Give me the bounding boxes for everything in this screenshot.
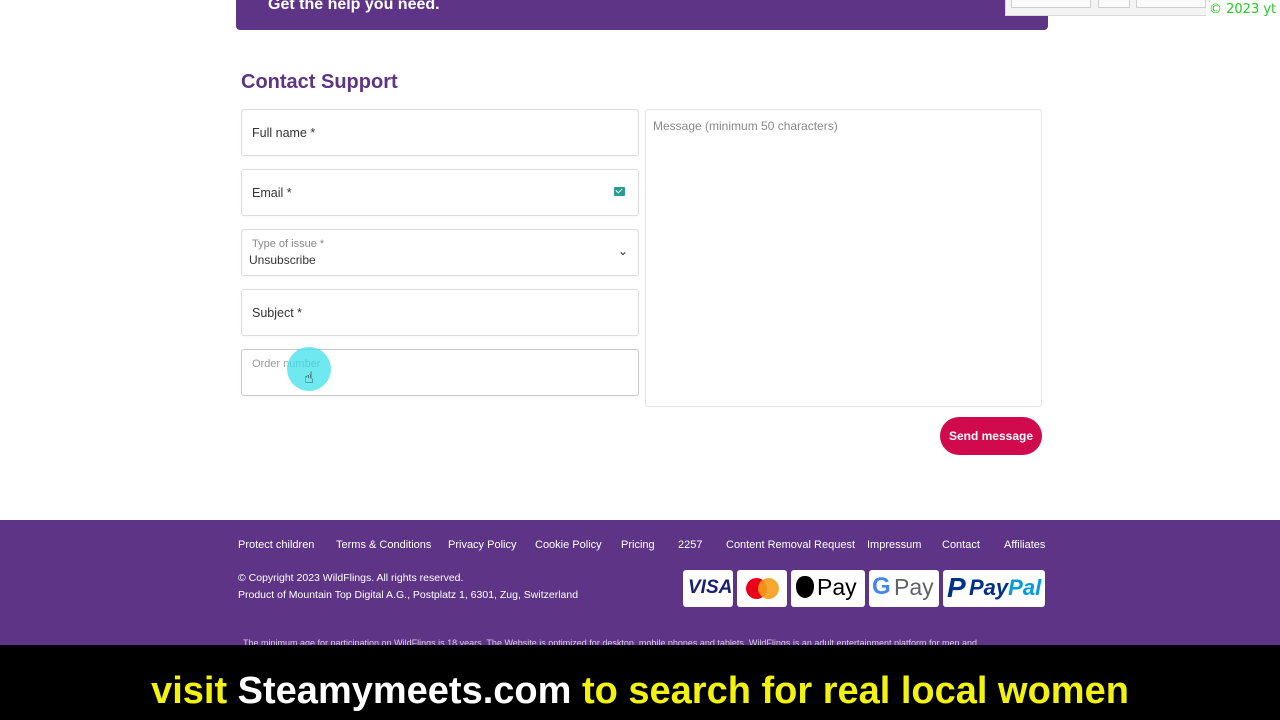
issue-type-select[interactable]: Type of issue * Unsubscribe ⌄ bbox=[241, 229, 639, 276]
paypal-text: PayPal bbox=[969, 575, 1041, 601]
video-caption-bar: visit Steamymeets.com to search for real… bbox=[0, 645, 1280, 720]
subject-field[interactable]: Subject * bbox=[241, 289, 639, 336]
visa-logo-text: VISA bbox=[688, 577, 733, 598]
overlay-segment bbox=[1136, 0, 1206, 8]
visa-logo: VISA bbox=[683, 570, 733, 607]
google-pay-text: Pay bbox=[894, 574, 934, 600]
help-banner-text: Get the help you need. bbox=[268, 0, 440, 13]
footer-link-content-removal[interactable]: Content Removal Request bbox=[726, 539, 855, 551]
message-placeholder: Message (minimum 50 characters) bbox=[653, 119, 838, 133]
issue-type-label: Type of issue * bbox=[252, 238, 325, 250]
message-textarea[interactable]: Message (minimum 50 characters) bbox=[645, 109, 1042, 407]
footer-company-info: Product of Mountain Top Digital A.G., Po… bbox=[238, 589, 579, 601]
site-footer: Protect children Terms & Conditions Priv… bbox=[0, 520, 1280, 648]
paypal-text-pal: Pal bbox=[1008, 575, 1042, 600]
help-banner: Get the help you need. bbox=[236, 0, 1048, 30]
overlay-segment bbox=[1011, 0, 1091, 8]
google-g-icon: G bbox=[872, 573, 891, 600]
chevron-down-icon[interactable]: ⌄ bbox=[618, 244, 628, 258]
footer-link-impressum[interactable]: Impressum bbox=[867, 539, 921, 551]
subject-label: Subject * bbox=[252, 306, 303, 320]
caption-part-2: Steamymeets.com bbox=[237, 670, 572, 712]
footer-link-cookie[interactable]: Cookie Policy bbox=[535, 539, 602, 551]
send-message-button[interactable]: Send message bbox=[940, 417, 1042, 455]
caption-part-3: to search for real local women bbox=[581, 670, 1129, 712]
mastercard-yellow-circle bbox=[758, 578, 779, 599]
footer-copyright: © Copyright 2023 WildFlings. All rights … bbox=[238, 572, 464, 584]
footer-link-privacy[interactable]: Privacy Policy bbox=[448, 539, 516, 551]
footer-link-affiliates[interactable]: Affiliates bbox=[1004, 539, 1045, 551]
browser-overlay-box bbox=[1005, 0, 1210, 16]
issue-type-value: Unsubscribe bbox=[249, 253, 316, 267]
email-field[interactable]: Email * bbox=[241, 169, 639, 216]
email-autofill-icon[interactable] bbox=[614, 187, 625, 196]
google-pay-logo: G Pay bbox=[869, 570, 939, 607]
paypal-text-pay: Pay bbox=[969, 575, 1009, 600]
apple-pay-logo: Pay bbox=[791, 570, 865, 607]
apple-pay-text: Pay bbox=[817, 574, 857, 600]
hand-cursor-icon: ☝ bbox=[304, 370, 314, 387]
caption-part-1: visit bbox=[151, 670, 228, 712]
full-name-label: Full name * bbox=[252, 126, 316, 140]
footer-link-pricing[interactable]: Pricing bbox=[621, 539, 655, 551]
watermark-text: © 2023 yt bbox=[1206, 2, 1280, 20]
footer-link-protect-children[interactable]: Protect children bbox=[238, 539, 314, 551]
footer-link-terms[interactable]: Terms & Conditions bbox=[336, 539, 431, 551]
overlay-segment bbox=[1098, 0, 1130, 8]
page-title: Contact Support bbox=[241, 71, 398, 93]
email-label: Email * bbox=[252, 186, 292, 200]
footer-link-2257[interactable]: 2257 bbox=[678, 539, 702, 551]
full-name-field[interactable]: Full name * bbox=[241, 109, 639, 156]
apple-icon bbox=[796, 576, 814, 598]
footer-link-contact[interactable]: Contact bbox=[942, 539, 980, 551]
paypal-p-icon: P bbox=[947, 572, 966, 603]
mastercard-logo bbox=[737, 570, 787, 607]
paypal-logo: P PayPal bbox=[943, 570, 1045, 607]
